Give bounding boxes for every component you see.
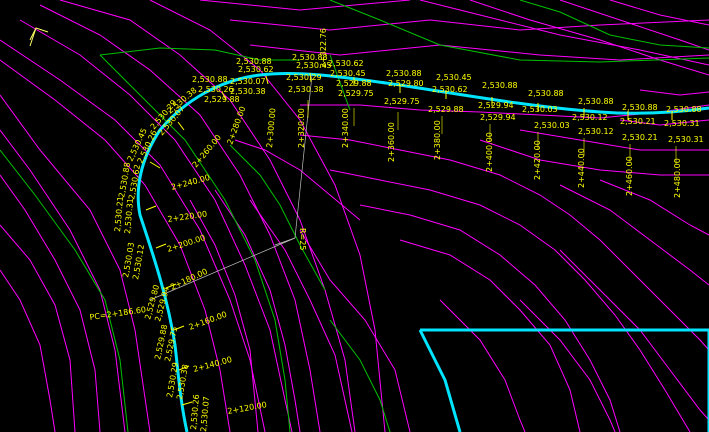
elevation-label: 2,530.07 bbox=[230, 77, 266, 86]
elevation-label: 2,529.94 bbox=[478, 101, 514, 110]
elevation-label: 2,530.03 bbox=[534, 121, 570, 130]
road-alignment bbox=[136, 71, 709, 432]
station-label: 2+140.00 bbox=[192, 355, 233, 374]
elevation-label: 2,530.88 bbox=[192, 75, 228, 84]
elevation-label: 2,530.21 bbox=[622, 133, 658, 142]
elevation-label: 2,529.88 bbox=[204, 95, 240, 104]
elevation-label: 2,530.45 bbox=[330, 69, 366, 78]
elevation-label: 2,530.62 bbox=[432, 85, 468, 94]
station-label: 2+180.00 bbox=[169, 267, 209, 292]
station-label: 2+320.00 bbox=[297, 108, 306, 148]
station-label: 2+380.00 bbox=[433, 120, 442, 160]
drawing-viewport[interactable]: 2+120.00 2+140.00 2+160.00 2+180.00 2+20… bbox=[0, 0, 709, 432]
elevation-label: 2,530.88 bbox=[666, 105, 702, 114]
elevation-label: 2,530.31 bbox=[668, 135, 704, 144]
station-label: 2+200.00 bbox=[166, 233, 207, 254]
elevation-label: 2,530.62 bbox=[328, 59, 364, 68]
elevation-label: 2,529.75 bbox=[338, 89, 374, 98]
radius-label: R=25 bbox=[298, 228, 307, 250]
elevation-label: 2,530.26 bbox=[198, 85, 234, 94]
station-label: 2+160.00 bbox=[188, 310, 228, 332]
elevation-label: 2,530.88 bbox=[622, 103, 658, 112]
elevation-label: 2,529.94 bbox=[480, 113, 516, 122]
elevation-label: 2,529.80 bbox=[388, 79, 424, 88]
cad-drawing: 2+120.00 2+140.00 2+160.00 2+180.00 2+20… bbox=[0, 0, 709, 432]
elevation-label: 2,530.45 bbox=[436, 73, 472, 82]
elevation-label: 2,530.31 bbox=[664, 119, 700, 128]
elevation-label: 2,530.88 bbox=[386, 69, 422, 78]
elevation-label: 2,529.88 bbox=[336, 79, 372, 88]
station-label: 2+360.00 bbox=[387, 122, 396, 162]
elevation-label: 2,530.21 bbox=[620, 117, 656, 126]
station-label: 2+340.00 bbox=[341, 108, 350, 148]
edge-of-pavement-left bbox=[418, 329, 462, 432]
elevation-label: 2,530.03 bbox=[522, 105, 558, 114]
elevation-label: 2,530.38 bbox=[230, 87, 266, 96]
elevation-label: 2,530.38 bbox=[288, 85, 324, 94]
elevation-label: 2,530.88 bbox=[528, 89, 564, 98]
station-label: 2+260.00 bbox=[191, 133, 223, 169]
elevation-label: 2,530.12 bbox=[578, 127, 614, 136]
elevation-label: 2,530.31 bbox=[123, 198, 135, 234]
station-label: 2+480.00 bbox=[673, 158, 682, 198]
station-label: 2+400.00 bbox=[485, 132, 494, 172]
station-label: 2+280.00 bbox=[225, 105, 247, 145]
station-label: 2+440.00 bbox=[577, 148, 586, 188]
station-label: 2+240.00 bbox=[170, 173, 211, 192]
elevation-label: 2,530.07 bbox=[199, 396, 211, 432]
elevation-label: 2,530.62 bbox=[238, 65, 274, 74]
elevation-labels-left: 2,530.26 2,530.07 2,530.29 2,530.38 2,52… bbox=[113, 86, 211, 432]
elevation-label: 2,530.88 bbox=[578, 97, 614, 106]
elevation-label: 2,530.45 bbox=[296, 61, 332, 70]
elevation-label: 2,530.88 bbox=[482, 81, 518, 90]
pc-label: PC=2+186.60 bbox=[89, 305, 147, 322]
station-label: 2+420.00 bbox=[533, 140, 542, 180]
station-label: 2+300.00 bbox=[265, 108, 277, 148]
elevation-label: 2,529.75 bbox=[384, 97, 420, 106]
elevation-label: 2,530.29 bbox=[286, 73, 322, 82]
station-ticks bbox=[145, 72, 673, 406]
elevation-label: 2,530.12 bbox=[572, 113, 608, 122]
station-label: 2+460.00 bbox=[625, 156, 634, 196]
elevation-label: 2,529.88 bbox=[428, 105, 464, 114]
